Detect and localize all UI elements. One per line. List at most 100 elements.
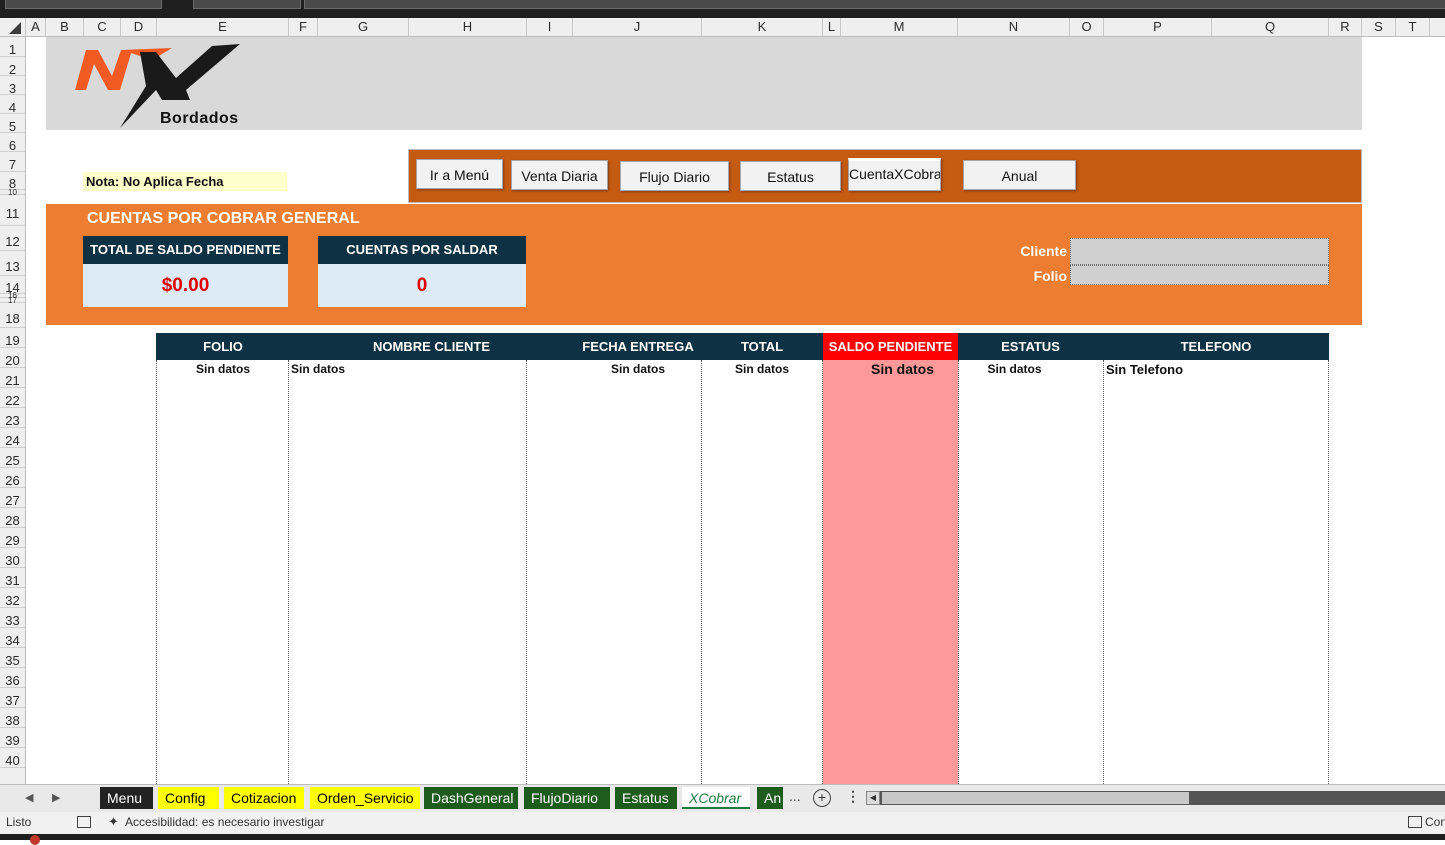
row-header-cell[interactable]: 34 <box>0 628 25 648</box>
top-tab-middle[interactable] <box>193 0 301 9</box>
sheet-tab-orden-servicio[interactable]: Orden_Servicio <box>310 787 420 809</box>
row-header-cell[interactable]: 4 <box>0 95 25 115</box>
header-pending-balance[interactable]: SALDO PENDIENTE <box>823 333 958 360</box>
row-header-cell[interactable]: 28 <box>0 508 25 528</box>
row-header-cell[interactable]: 21 <box>0 368 25 388</box>
header-client-name[interactable]: NOMBRE CLIENTE <box>289 333 574 360</box>
column-header-L[interactable]: L <box>823 18 841 36</box>
row-header-cell[interactable]: 7 <box>0 152 25 172</box>
row-header-cell[interactable]: 26 <box>0 468 25 488</box>
scroll-left-icon[interactable]: ◀ <box>866 791 880 805</box>
row-header-cell[interactable]: 3 <box>0 76 25 96</box>
top-tab-left[interactable] <box>5 0 162 9</box>
client-filter-input[interactable] <box>1070 238 1329 265</box>
column-header-R[interactable]: R <box>1329 18 1362 36</box>
scroll-tabs-left-icon[interactable]: ◀ <box>25 791 33 804</box>
sheet-tab-dashgeneral[interactable]: DashGeneral <box>424 787 518 809</box>
column-header-K[interactable]: K <box>702 18 823 36</box>
daily-flow-button[interactable]: Flujo Diario <box>620 161 729 191</box>
cell-total[interactable]: Sin datos <box>702 362 822 376</box>
row-header-cell[interactable]: 24 <box>0 428 25 448</box>
column-header-G[interactable]: G <box>318 18 409 36</box>
column-header-N[interactable]: N <box>958 18 1070 36</box>
header-status[interactable]: ESTATUS <box>958 333 1103 360</box>
sheet-tab-config[interactable]: Config <box>158 787 219 809</box>
cell-status[interactable]: Sin datos <box>958 362 1071 376</box>
column-header-O[interactable]: O <box>1070 18 1104 36</box>
row-header-cell[interactable]: 5 <box>0 114 25 134</box>
column-header-J[interactable]: J <box>573 18 702 36</box>
row-header-cell[interactable]: 19 <box>0 328 25 348</box>
column-header-S[interactable]: S <box>1362 18 1396 36</box>
column-header-T[interactable]: T <box>1396 18 1430 36</box>
row-header-cell[interactable]: 33 <box>0 608 25 628</box>
row-header-cell[interactable]: 11 <box>0 195 25 226</box>
options-vertical-dots-icon[interactable]: ⋮ <box>846 788 860 805</box>
row-header-cell[interactable]: 6 <box>0 133 25 153</box>
column-header-B[interactable]: B <box>46 18 84 36</box>
cell-phone[interactable]: Sin Telefono <box>1106 362 1183 377</box>
row-header-cell[interactable]: 29 <box>0 528 25 548</box>
folio-filter-input[interactable] <box>1070 265 1329 285</box>
column-header-H[interactable]: H <box>409 18 527 36</box>
header-phone[interactable]: TELEFONO <box>1103 333 1329 360</box>
accessibility-icon[interactable]: ✦ <box>108 814 119 830</box>
row-header-cell[interactable]: 25 <box>0 448 25 468</box>
row-header-cell[interactable]: 39 <box>0 728 25 748</box>
row-header-cell[interactable]: 12 <box>0 226 25 251</box>
row-header-cell[interactable]: 20 <box>0 348 25 368</box>
row-header-cell[interactable]: 31 <box>0 568 25 588</box>
row-header-cell[interactable]: 37 <box>0 688 25 708</box>
go-to-menu-button[interactable]: Ir a Menú <box>416 159 503 189</box>
sheet-tab-menu[interactable]: Menu <box>100 787 153 809</box>
row-header-cell[interactable]: 38 <box>0 708 25 728</box>
select-all-corner[interactable] <box>0 18 26 36</box>
header-folio[interactable]: FOLIO <box>157 333 289 360</box>
daily-sales-button[interactable]: Venta Diaria <box>511 160 608 190</box>
column-header-Q[interactable]: Q <box>1212 18 1329 36</box>
row-header-cell[interactable]: 22 <box>0 388 25 408</box>
cell-pending-balance[interactable]: Sin datos <box>835 361 970 377</box>
row-header-cell[interactable]: 1 <box>0 37 25 57</box>
column-header-M[interactable]: M <box>841 18 958 36</box>
column-header-E[interactable]: E <box>157 18 289 36</box>
accessibility-status[interactable]: Accesibilidad: es necesario investigar <box>125 815 324 829</box>
row-header-cell[interactable]: 27 <box>0 488 25 508</box>
horizontal-scrollbar[interactable]: ◀ <box>866 791 1445 805</box>
scroll-tabs-right-icon[interactable]: ▶ <box>52 791 60 804</box>
row-header-cell[interactable]: 18 <box>0 303 25 328</box>
header-total[interactable]: TOTAL <box>702 333 822 360</box>
column-header-P[interactable]: P <box>1104 18 1212 36</box>
row-header-cell[interactable]: 23 <box>0 408 25 428</box>
row-header-cell[interactable]: 2 <box>0 57 25 77</box>
cell-client-name[interactable]: Sin datos <box>291 362 345 376</box>
row-header-cell[interactable]: 30 <box>0 548 25 568</box>
row-header-cell[interactable]: 35 <box>0 648 25 668</box>
display-settings-text[interactable]: Con <box>1425 815 1445 829</box>
row-header-cell[interactable]: 40 <box>0 748 25 768</box>
sheet-tab-estatus[interactable]: Estatus <box>615 787 677 809</box>
cell-delivery-date[interactable]: Sin datos <box>574 362 702 376</box>
column-header-I[interactable]: I <box>527 18 573 36</box>
row-header-cell[interactable]: 32 <box>0 588 25 608</box>
scrollbar-thumb[interactable] <box>882 792 1189 804</box>
row-header-cell[interactable]: 13 <box>0 251 25 276</box>
column-header-F[interactable]: F <box>289 18 318 36</box>
column-header-D[interactable]: D <box>121 18 157 36</box>
more-tabs-button[interactable]: ... <box>789 788 801 804</box>
formula-bar[interactable] <box>304 0 1445 9</box>
column-header-C[interactable]: C <box>84 18 121 36</box>
column-header-A[interactable]: A <box>26 18 46 36</box>
sheet-tab-flujodiario[interactable]: FlujoDiario <box>524 787 610 809</box>
annual-button[interactable]: Anual <box>963 160 1076 190</box>
sheet-tab-cotizacion[interactable]: Cotizacion <box>224 787 304 809</box>
cell-folio[interactable]: Sin datos <box>157 362 289 376</box>
sheet-tab-an[interactable]: An <box>757 787 783 809</box>
add-sheet-icon[interactable]: + <box>813 789 831 807</box>
macro-record-icon[interactable] <box>77 816 91 828</box>
header-delivery-date[interactable]: FECHA ENTREGA <box>574 333 702 360</box>
sheet-tab-xcobrar[interactable]: XCobrar <box>682 787 750 809</box>
status-button[interactable]: Estatus <box>740 161 841 191</box>
display-settings-icon[interactable] <box>1408 816 1422 828</box>
row-header-cell[interactable]: 36 <box>0 668 25 688</box>
